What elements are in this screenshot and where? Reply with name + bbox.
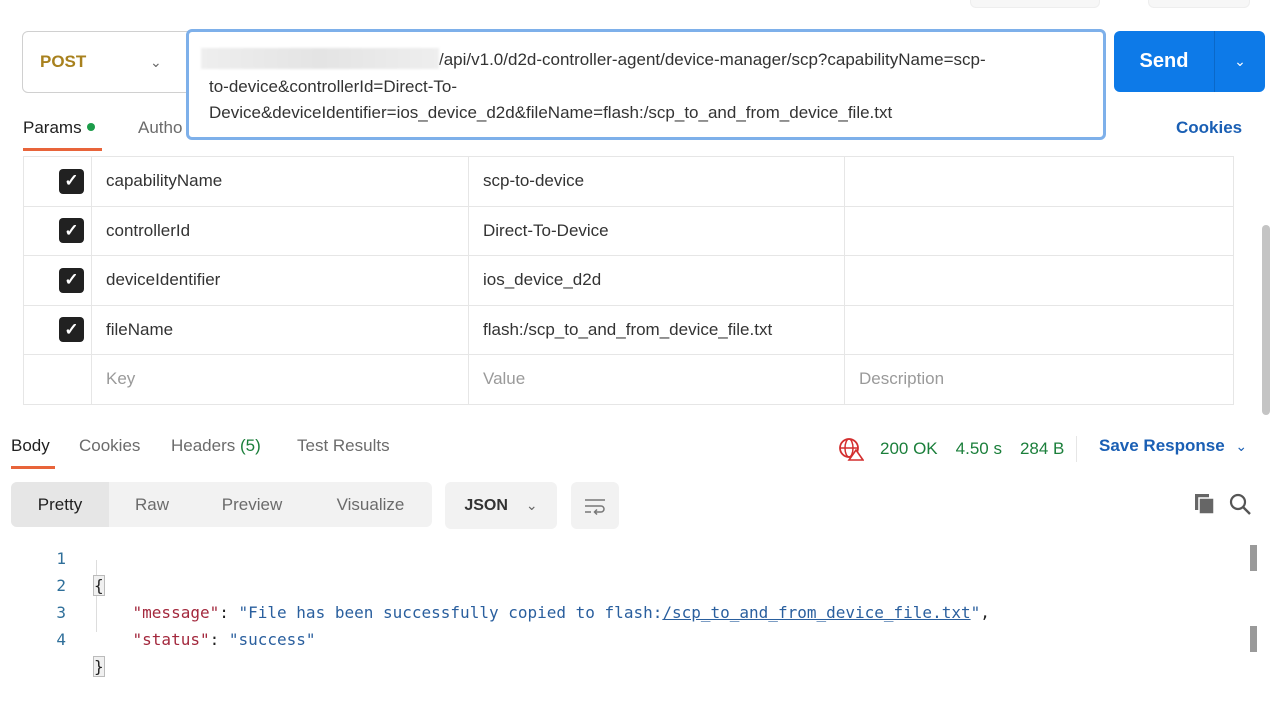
new-value-input[interactable]: Value <box>468 354 845 405</box>
status-code[interactable]: 200 OK <box>880 439 938 459</box>
send-button[interactable]: Send <box>1114 31 1215 92</box>
send-options-button[interactable]: ⌄ <box>1215 31 1265 92</box>
param-checkbox[interactable]: ✓ <box>59 218 84 244</box>
json-string: " <box>970 603 981 622</box>
tab-label: Headers <box>171 436 236 455</box>
tab-label: Params <box>23 118 82 137</box>
url-line: to-device&controllerId=Direct-To- <box>209 76 458 96</box>
response-size[interactable]: 284 B <box>1020 439 1064 459</box>
headers-count: (5) <box>240 436 261 455</box>
param-enabled-cell: ✓ <box>23 255 92 306</box>
param-enabled-cell: ✓ <box>23 156 92 207</box>
json-key: "status" <box>132 630 210 649</box>
cookies-link[interactable]: Cookies <box>1176 118 1242 138</box>
scrollbar[interactable] <box>1250 545 1257 571</box>
divider <box>1076 436 1078 462</box>
chevron-down-icon: ⌄ <box>525 497 538 513</box>
param-description[interactable] <box>844 205 1234 256</box>
search-icon[interactable] <box>1228 492 1252 516</box>
format-select[interactable]: JSON ⌄ <box>445 482 557 529</box>
send-button-group: Send ⌄ <box>1114 31 1265 92</box>
top-toolbar-control[interactable] <box>1148 0 1250 8</box>
method-label: POST <box>40 52 87 71</box>
param-row: ✓ controllerId Direct-To-Device <box>23 205 1234 256</box>
top-toolbar-control[interactable] <box>970 0 1100 8</box>
line-number: 1 <box>56 549 66 568</box>
json-brace: { <box>93 575 105 596</box>
save-response-button[interactable]: Save Response ⌄ <box>1099 436 1247 456</box>
url-line: Device&deviceIdentifier=ios_device_d2d&f… <box>209 103 893 122</box>
scrollbar[interactable] <box>1250 626 1257 652</box>
params-table: ✓ capabilityName scp-to-device ✓ control… <box>23 156 1234 405</box>
param-value[interactable]: scp-to-device <box>468 156 845 207</box>
param-value[interactable]: ios_device_d2d <box>468 255 845 306</box>
wrap-icon <box>585 498 605 515</box>
line-numbers: 1 2 3 4 <box>50 545 66 653</box>
tab-authorization[interactable]: Autho <box>138 118 182 138</box>
param-value[interactable]: flash:/scp_to_and_from_device_file.txt <box>468 304 845 355</box>
redacted-host <box>201 48 439 69</box>
copy-icon[interactable] <box>1193 492 1217 516</box>
param-checkbox[interactable]: ✓ <box>59 267 84 293</box>
param-row: ✓ deviceIdentifier ios_device_d2d <box>23 255 1234 306</box>
param-description[interactable] <box>844 255 1234 306</box>
param-key[interactable]: deviceIdentifier <box>91 255 469 306</box>
line-number: 2 <box>56 576 66 595</box>
response-time[interactable]: 4.50 s <box>956 439 1002 459</box>
response-meta: 200 OK 4.50 s 284 B <box>838 436 1078 462</box>
format-label: JSON <box>464 496 508 514</box>
param-key[interactable]: capabilityName <box>91 156 469 207</box>
method-select[interactable]: POST ⌄ <box>22 31 192 93</box>
chevron-down-icon: ⌄ <box>150 53 162 70</box>
active-tab-indicator <box>23 148 102 151</box>
param-enabled-cell: ✓ <box>23 304 92 355</box>
tab-response-cookies[interactable]: Cookies <box>79 436 140 456</box>
param-enabled-cell: ✓ <box>23 205 92 256</box>
view-preview[interactable]: Preview <box>195 482 309 527</box>
param-row: ✓ fileName flash:/scp_to_and_from_device… <box>23 304 1234 355</box>
scrollbar[interactable] <box>1262 225 1270 415</box>
param-value[interactable]: Direct-To-Device <box>468 205 845 256</box>
view-pretty[interactable]: Pretty <box>11 482 109 527</box>
line-number: 4 <box>56 630 66 649</box>
line-number: 3 <box>56 603 66 622</box>
json-brace: } <box>93 656 105 677</box>
json-link[interactable]: /scp_to_and_from_device_file.txt <box>662 603 970 622</box>
response-body: { "message": "File has been successfully… <box>93 575 990 677</box>
json-key: "message" <box>132 603 220 622</box>
new-description-input[interactable]: Description <box>844 354 1234 405</box>
param-key[interactable]: fileName <box>91 304 469 355</box>
chevron-down-icon: ⌄ <box>1234 53 1246 69</box>
active-tab-indicator <box>11 466 55 469</box>
tab-test-results[interactable]: Test Results <box>297 436 390 456</box>
view-visualize[interactable]: Visualize <box>309 482 432 527</box>
params-active-dot <box>86 123 95 131</box>
param-key[interactable]: controllerId <box>91 205 469 256</box>
url-input[interactable]: /api/v1.0/d2d-controller-agent/device-ma… <box>186 29 1106 140</box>
param-description[interactable] <box>844 156 1234 207</box>
chevron-down-icon: ⌄ <box>1235 438 1248 454</box>
view-mode-toggle: Pretty Raw Preview Visualize <box>11 482 432 527</box>
param-enabled-cell <box>23 354 92 405</box>
param-checkbox[interactable]: ✓ <box>59 317 84 343</box>
view-raw[interactable]: Raw <box>109 482 195 527</box>
network-warning-icon[interactable] <box>838 437 864 461</box>
param-row-new: Key Value Description <box>23 354 1234 405</box>
save-response-label: Save Response <box>1099 436 1225 455</box>
param-row: ✓ capabilityName scp-to-device <box>23 156 1234 207</box>
tab-response-body[interactable]: Body <box>11 436 50 456</box>
json-string: "success" <box>228 630 316 649</box>
tab-params[interactable]: Params <box>23 118 95 138</box>
wrap-lines-button[interactable] <box>571 482 619 529</box>
param-checkbox[interactable]: ✓ <box>59 168 84 194</box>
url-line: /api/v1.0/d2d-controller-agent/device-ma… <box>439 50 986 69</box>
param-description[interactable] <box>844 304 1234 355</box>
new-key-input[interactable]: Key <box>91 354 469 405</box>
tab-response-headers[interactable]: Headers (5) <box>171 436 261 456</box>
json-string: "File has been successfully copied to fl… <box>238 603 663 622</box>
